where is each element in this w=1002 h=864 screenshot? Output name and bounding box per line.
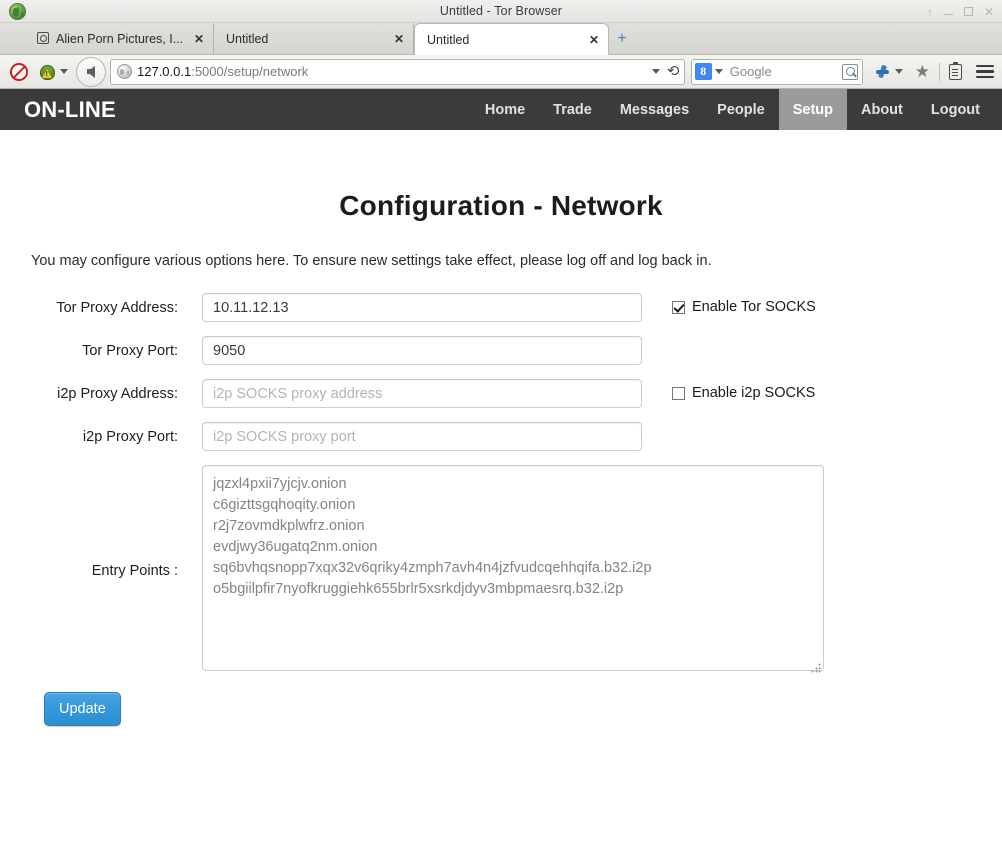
window-controls: ↑ ✕	[927, 0, 994, 23]
i2p-proxy-port-field	[202, 422, 642, 451]
nav-item-setup[interactable]: Setup	[778, 89, 847, 130]
page-title: Configuration - Network	[339, 190, 663, 221]
browser-window: Untitled - Tor Browser ↑ ✕ Alien Porn Pi…	[0, 0, 1002, 864]
entry-points-label: Entry Points :	[91, 562, 178, 579]
tor-onion-icon	[38, 62, 57, 81]
nav-item-trade[interactable]: Trade	[539, 89, 606, 130]
tor-proxy-address-label: Tor Proxy Address:	[56, 300, 178, 316]
i2p-proxy-address-input[interactable]	[202, 379, 642, 408]
url-bar-actions: ⟳	[646, 63, 680, 80]
reload-icon[interactable]: ⟳	[667, 63, 680, 80]
torbutton-control[interactable]	[38, 62, 68, 81]
chevron-down-icon[interactable]	[894, 69, 903, 74]
enable-i2p-socks-control[interactable]: Enable i2p SOCKS	[672, 379, 815, 401]
enable-tor-socks-checkbox[interactable]	[672, 300, 685, 314]
url-host: 127.0.0.1	[137, 64, 192, 79]
url-bar[interactable]: 127.0.0.1:5000/setup/network ⟳	[110, 58, 685, 85]
page-globe-icon	[117, 64, 132, 79]
search-engine-icon[interactable]: 8	[694, 63, 712, 80]
window-title: Untitled - Tor Browser	[439, 4, 563, 18]
tab-title: Untitled	[226, 31, 269, 46]
tor-proxy-port-label: Tor Proxy Port:	[82, 343, 178, 359]
tab-close-icon[interactable]: ✕	[184, 32, 204, 46]
form-actions: Update	[44, 692, 1002, 726]
site-nav-links: Home Trade Messages People Setup About L…	[471, 89, 994, 130]
search-input-placeholder[interactable]: Google	[730, 64, 772, 79]
toolbar-divider	[939, 62, 940, 81]
nav-item-about[interactable]: About	[847, 89, 917, 130]
form-row-tor-proxy-address: Tor Proxy Address: Enable Tor SOCKS	[0, 293, 1002, 322]
window-shade-button[interactable]: ↑	[927, 6, 933, 18]
url-text: 127.0.0.1:5000/setup/network	[137, 64, 308, 79]
back-arrow-icon	[87, 65, 95, 78]
nav-item-messages[interactable]: Messages	[606, 89, 703, 130]
https-everywhere-button[interactable]	[875, 64, 903, 80]
i2p-proxy-address-label: i2p Proxy Address:	[57, 386, 178, 402]
browser-tab-3[interactable]: Untitled ✕	[414, 23, 609, 55]
enable-tor-socks-control[interactable]: Enable Tor SOCKS	[672, 293, 816, 315]
search-icon[interactable]	[841, 63, 858, 80]
tor-proxy-address-field	[202, 293, 642, 322]
bookmark-star-icon[interactable]: ★	[915, 63, 930, 80]
tor-proxy-port-input[interactable]	[202, 336, 642, 365]
window-maximize-button[interactable]	[963, 7, 973, 16]
form-row-i2p-proxy-port: i2p Proxy Port:	[0, 422, 1002, 451]
window-minimize-button[interactable]	[943, 9, 953, 15]
tor-proxy-address-input[interactable]	[202, 293, 642, 322]
site-navbar: ON-LINE Home Trade Messages People Setup…	[0, 89, 1002, 130]
form-row-entry-points: Entry Points : jqzxl4pxii7yjcjv.onion c6…	[0, 465, 1002, 676]
i2p-proxy-port-label: i2p Proxy Port:	[82, 429, 178, 445]
browser-tab-1[interactable]: Alien Porn Pictures, I... ✕	[24, 23, 214, 54]
i2p-proxy-address-field	[202, 379, 642, 408]
clipboard-icon[interactable]	[949, 61, 962, 80]
search-bar[interactable]: 8 Google	[690, 58, 863, 85]
hamburger-menu-icon[interactable]	[976, 62, 994, 81]
nav-item-people[interactable]: People	[703, 89, 779, 130]
tab-title: Alien Porn Pictures, I...	[56, 31, 184, 46]
enable-tor-socks-label: Enable Tor SOCKS	[692, 299, 816, 315]
tab-close-icon[interactable]: ✕	[579, 33, 599, 47]
i2p-proxy-port-input[interactable]	[202, 422, 642, 451]
tab-title: Untitled	[427, 32, 470, 47]
form-row-tor-proxy-port: Tor Proxy Port:	[0, 336, 1002, 365]
chevron-down-icon[interactable]	[60, 69, 68, 74]
form-row-i2p-proxy-address: i2p Proxy Address: Enable i2p SOCKS	[0, 379, 1002, 408]
window-titlebar: Untitled - Tor Browser ↑ ✕	[0, 0, 1002, 23]
browser-tab-2[interactable]: Untitled ✕	[214, 23, 414, 54]
url-history-dropdown-icon[interactable]	[652, 69, 661, 74]
entry-points-textarea[interactable]: jqzxl4pxii7yjcjv.onion c6gizttsgqhoqity.…	[202, 465, 824, 671]
tab-favicon-icon	[36, 31, 50, 46]
window-close-button[interactable]: ✕	[984, 6, 994, 18]
nav-item-home[interactable]: Home	[471, 89, 539, 130]
entry-points-field: jqzxl4pxii7yjcjv.onion c6gizttsgqhoqity.…	[202, 465, 824, 676]
enable-i2p-socks-checkbox[interactable]	[672, 386, 685, 400]
tab-bar: Alien Porn Pictures, I... ✕ Untitled ✕ U…	[0, 23, 1002, 55]
https-everywhere-icon	[875, 64, 891, 80]
new-tab-button[interactable]: +	[609, 23, 635, 54]
enable-i2p-socks-label: Enable i2p SOCKS	[692, 385, 816, 401]
network-config-form: Tor Proxy Address: Enable Tor SOCKS Tor …	[0, 293, 1002, 726]
nav-item-logout[interactable]: Logout	[917, 89, 994, 130]
noscript-icon[interactable]	[10, 62, 28, 81]
update-button[interactable]: Update	[44, 692, 121, 726]
back-button[interactable]	[76, 56, 106, 87]
intro-text: You may configure various options here. …	[31, 253, 712, 269]
url-path: :5000/setup/network	[191, 64, 309, 79]
tor-proxy-port-field	[202, 336, 642, 365]
page-content: ON-LINE Home Trade Messages People Setup…	[0, 89, 1002, 864]
search-engine-dropdown-icon[interactable]	[714, 69, 723, 74]
navigation-toolbar: 127.0.0.1:5000/setup/network ⟳ 8 Google …	[0, 55, 1002, 89]
site-brand[interactable]: ON-LINE	[24, 97, 116, 123]
tab-close-icon[interactable]: ✕	[384, 32, 404, 46]
